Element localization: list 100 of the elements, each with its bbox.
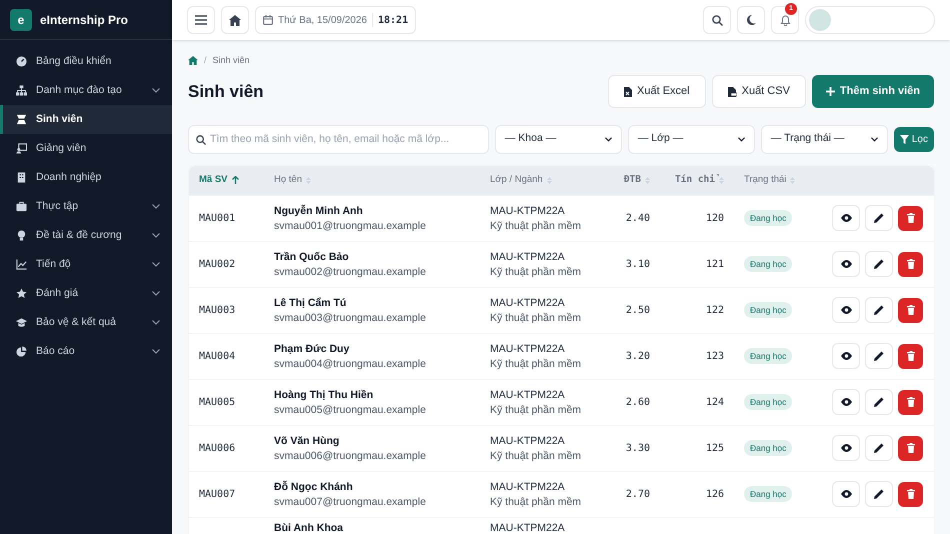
plus-icon [826,87,835,96]
search-button[interactable] [703,6,731,34]
filter-dropdown[interactable]: — Khoa — [494,124,622,154]
filter-button[interactable]: Lọc [894,126,934,152]
student-code: MAU005 [199,396,236,410]
sidebar-item[interactable]: Tiến độ [0,250,172,279]
sidebar-item[interactable]: Bảo vệ & kết quả [0,308,172,337]
gauge-icon [16,56,27,67]
sidebar-item[interactable]: Giảng viên [0,134,172,163]
eye-icon [840,352,852,360]
major-name: Kỹ thuật phần mềm [490,448,582,464]
student-email: svmau007@truongmau.example [274,494,427,510]
view-button[interactable] [832,205,860,231]
column-header[interactable]: Lớp / Ngành [490,172,543,188]
sidebar-item[interactable]: Báo cáo [0,337,172,366]
pencil-icon [874,213,884,223]
view-button[interactable] [832,297,860,323]
moon-icon [746,15,756,25]
line-chart-icon [16,259,27,270]
student-name: Võ Văn Hùng [274,434,340,448]
student-name: Lê Thị Cẩm Tú [274,296,348,310]
filter-dropdown[interactable]: — Lớp — [628,124,755,154]
export-excel-button[interactable]: Xuất Excel [608,75,706,108]
chevron-down-icon [604,136,612,142]
sort-icon [790,176,796,184]
column-header[interactable]: Mã SV [199,172,228,188]
edit-button[interactable] [865,343,893,369]
breadcrumb-current: Sinh viên [212,54,250,67]
student-code: MAU002 [199,258,236,272]
view-button[interactable] [832,343,860,369]
sidebar-item[interactable]: Doanh nghiệp [0,163,172,192]
edit-button[interactable] [865,297,893,323]
major-name: Kỹ thuật phần mềm [490,356,582,372]
home-icon[interactable] [188,56,198,66]
major-name: Kỹ thuật phần mềm [490,494,582,510]
student-name: Nguyễn Minh Anh [274,204,364,218]
theme-toggle-button[interactable] [737,6,765,34]
credits-value: 126 [706,488,724,502]
calendar-icon [263,15,273,25]
student-name: Bùi Anh Khoa [274,520,344,534]
menu-button[interactable] [187,6,215,34]
trash-icon [906,305,914,315]
view-button[interactable] [832,435,860,461]
menu-icon [195,15,207,25]
delete-button[interactable] [898,436,923,460]
trash-icon [906,259,914,269]
edit-button[interactable] [865,251,893,277]
filter-icon [900,134,909,144]
delete-button[interactable] [898,252,923,276]
filter-dropdown[interactable]: — Trạng thái — [760,124,888,154]
student-code: MAU003 [199,304,236,318]
sidebar-item[interactable]: Đề tài & đề cương [0,221,172,250]
sidebar-item[interactable]: Thực tập [0,192,172,221]
trash-icon [906,351,914,361]
edit-button[interactable] [865,389,893,415]
view-button[interactable] [832,481,860,507]
student-name: Trần Quốc Bảo [274,250,350,264]
lightbulb-icon [16,230,27,241]
sidebar-item[interactable]: Sinh viên [0,105,172,134]
sidebar-item[interactable]: Đánh giá [0,279,172,308]
edit-button[interactable] [865,481,893,507]
pie-chart-icon [16,346,27,357]
sort-icon [546,176,552,184]
search-field[interactable]: Tìm theo mã sinh viên, họ tên, email hoặc mã lớp... [188,124,489,154]
column-header[interactable]: ĐTB [624,172,641,188]
chevron-down-icon [738,136,745,142]
graduation-cap-icon [16,317,27,328]
delete-button[interactable] [898,298,923,322]
file-icon [624,86,632,96]
edit-button[interactable] [865,205,893,231]
student-email: svmau002@truongmau.example [274,264,427,280]
delete-button[interactable] [898,390,923,414]
sitemap-icon [16,85,27,96]
credits-value: 122 [706,304,724,318]
add-student-button[interactable]: Thêm sinh viên [812,75,934,108]
briefcase-icon [16,201,27,212]
delete-button[interactable] [898,482,923,506]
class-code: MAU-KTPM22A [490,520,566,534]
view-button[interactable] [832,251,860,277]
column-header[interactable]: Họ tên [274,172,302,188]
building-icon [16,172,27,183]
student-code: MAU004 [199,350,236,364]
student-code: MAU006 [199,442,236,456]
edit-button[interactable] [865,435,893,461]
status-badge: Đang học [744,302,792,318]
export-csv-button[interactable]: Xuất CSV [712,75,806,108]
class-code: MAU-KTPM22A [490,296,566,310]
teacher-icon [16,143,27,154]
delete-button[interactable] [898,344,923,368]
home-button[interactable] [221,6,249,34]
trash-icon [906,443,914,453]
credits-value: 123 [706,350,724,364]
delete-button[interactable] [898,206,923,230]
column-header[interactable]: Trạng thái [744,172,786,188]
search-icon [712,14,722,26]
sidebar-item[interactable]: Danh mục đào tạo [0,76,172,105]
sidebar-item[interactable]: Bảng điều khiển [0,47,172,76]
pencil-icon [874,489,884,499]
view-button[interactable] [832,389,860,415]
credits-value: 125 [706,442,724,456]
